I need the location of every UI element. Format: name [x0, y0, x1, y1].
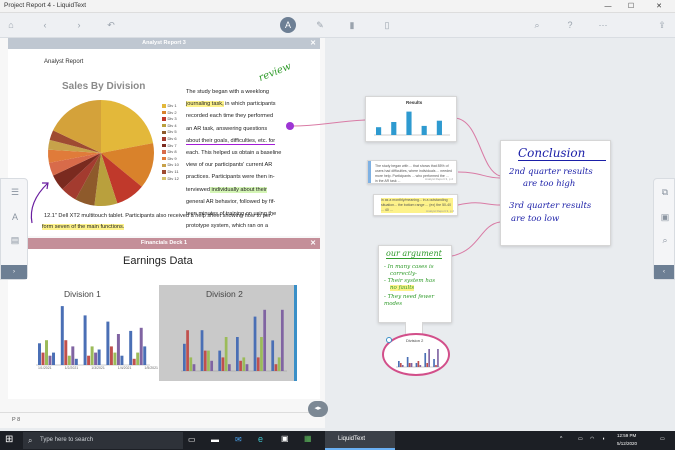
zoom-icon[interactable]: ⌕	[658, 235, 672, 249]
search-icon: ⌕	[28, 436, 33, 445]
argument-line: correctly-	[390, 271, 417, 277]
argument-line: - Their system has	[384, 278, 436, 284]
argument-line: - In many cases is	[384, 264, 434, 270]
store-icon[interactable]: ▣	[281, 434, 289, 443]
chart-bar	[436, 120, 442, 135]
conclusion-title: Conclusion	[518, 146, 606, 161]
results-title: Results	[406, 100, 423, 105]
chart-bar	[435, 365, 437, 367]
argument-highlight: no faults	[390, 285, 415, 291]
chart-bar	[376, 127, 382, 135]
conclusion-line: are too low	[511, 214, 560, 224]
chart-bar	[421, 125, 427, 135]
argument-note[interactable]: our argument - In many cases is correctl…	[378, 245, 452, 323]
note-icon[interactable]: ▣	[658, 212, 672, 226]
excerpt-marker	[368, 161, 371, 183]
chart-bar	[410, 363, 413, 367]
taskbar: ⊞ ⌕ Type here to search ▭ ▬ ✉ e ▣ ▦ Liqu…	[0, 431, 675, 450]
task-view-icon[interactable]: ▭	[188, 435, 196, 444]
workspace-icon[interactable]: ⧉	[658, 187, 672, 201]
conclusion-line: are too high	[523, 179, 576, 189]
chart-bar	[437, 349, 439, 367]
conclusion-line: 2nd quarter results	[509, 167, 593, 177]
chart-bar	[433, 359, 435, 367]
task-label: LiquidText	[338, 436, 366, 442]
collapse-right-tab[interactable]: ‹	[654, 265, 674, 279]
link-anchor[interactable]	[286, 122, 294, 130]
argument-bullets: - In many cases is correctly- - Their sy…	[384, 264, 451, 308]
edge-icon[interactable]: e	[258, 434, 263, 444]
argument-line: - They need fewer modes	[384, 294, 435, 307]
chart-bar	[399, 363, 402, 367]
mini-chart	[396, 349, 440, 368]
chart-bar	[398, 361, 400, 367]
resize-handle[interactable]	[386, 337, 392, 343]
app-icon[interactable]: ▦	[304, 434, 312, 443]
argument-title: our argument	[386, 249, 442, 259]
chart-bar	[406, 357, 409, 367]
chart-bar	[417, 361, 420, 367]
chart-bar	[426, 363, 429, 367]
windows-start-icon[interactable]: ⊞	[5, 434, 13, 445]
chart-bar	[419, 365, 422, 367]
chart-bar	[406, 111, 412, 135]
conclusion-note[interactable]: Conclusion 2nd quarter results are too h…	[500, 140, 611, 246]
chart-bar	[428, 349, 430, 367]
taskbar-search[interactable]: ⌕ Type here to search	[23, 432, 183, 449]
chart-bar	[401, 365, 404, 367]
clock-date[interactable]: 5/12/2020	[617, 441, 637, 446]
results-mini-chart	[374, 111, 450, 136]
excerpt-source: Analyst Report 3, p 2	[424, 177, 453, 181]
excerpt-card-1[interactable]: The study began with ... that shows that…	[367, 160, 457, 184]
right-tool-sidebar: ⧉ ▣ ⌕ ‹	[653, 178, 675, 280]
excerpt-card-2[interactable]: in as a monthly/meaning... in a outstand…	[373, 194, 458, 216]
chart-bar	[391, 122, 397, 135]
battery-icon[interactable]: ▭	[578, 436, 583, 442]
wifi-icon[interactable]: ◠	[590, 436, 594, 442]
tray-chevron-icon[interactable]: ^	[560, 436, 562, 442]
file-explorer-icon[interactable]: ▬	[211, 435, 219, 444]
results-chart-card[interactable]: Results	[365, 96, 457, 142]
chart-bar	[408, 363, 411, 367]
mini-chart-title: Division 2	[406, 338, 424, 343]
search-placeholder: Type here to search	[40, 437, 94, 443]
liquidtext-task[interactable]: LiquidText	[325, 431, 395, 450]
chart-bar	[415, 363, 418, 367]
conclusion-line: 3rd quarter results	[509, 201, 592, 211]
excerpt-source: Analyst Report 3, p 2	[425, 209, 454, 213]
chart-bar	[424, 353, 427, 367]
clock-time[interactable]: 12:59 PM	[617, 433, 636, 438]
notifications-icon[interactable]: ▭	[660, 436, 665, 442]
mail-icon[interactable]: ✉	[235, 435, 242, 444]
mini-chart-card[interactable]: Division 2	[382, 333, 450, 376]
volume-icon[interactable]: ◖	[602, 436, 605, 442]
